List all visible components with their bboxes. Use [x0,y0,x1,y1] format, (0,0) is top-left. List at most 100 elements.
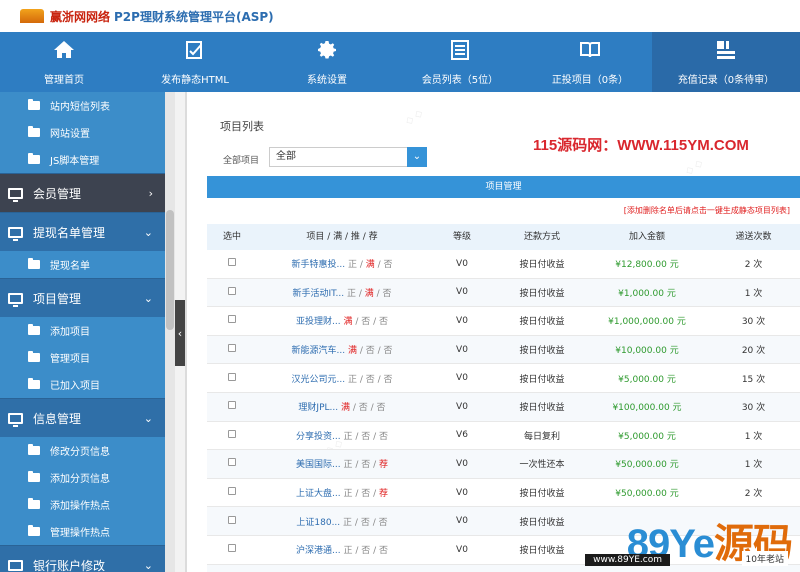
project-name-link[interactable]: 汉光公司元... [291,375,345,385]
flag-1[interactable]: 正 [343,518,352,528]
flag-separator: / [367,403,377,414]
flag-separator: / [356,260,366,271]
method-cell: 按日付收益 [519,489,565,500]
flag-2[interactable]: 否 [366,346,375,356]
project-name-link[interactable]: 美国国际... [296,460,341,470]
flag-2[interactable]: 否 [359,403,368,413]
flag-2[interactable]: 满 [366,260,375,270]
row-checkbox[interactable] [228,372,236,381]
count-cell: 1 次 [744,431,763,442]
flag-3[interactable]: 否 [379,432,388,442]
flag-2[interactable]: 否 [361,518,370,528]
flag-separator: / [370,317,379,328]
nav-item-label: 系统设置 [307,75,347,86]
sidebar-subitem[interactable]: 管理项目 [0,344,165,371]
table-row: 美国国际... 正 / 否 / 荐 V0 一次性还本 ¥50,000.00 元 1 次 [207,450,800,479]
level-cell: V0 [456,373,468,384]
flag-3[interactable]: 否 [384,346,393,356]
sidebar-group-2[interactable]: 项目管理 ⌄ [0,278,165,317]
flag-2[interactable]: 否 [361,432,370,442]
row-checkbox[interactable] [228,401,236,410]
sidebar-subitem[interactable]: 添加项目 [0,317,165,344]
column-header: 等级 [452,232,471,242]
flag-3[interactable]: 否 [379,518,388,528]
nav-item-4[interactable]: 正投项目（0条） [528,32,652,92]
flag-1[interactable]: 正 [348,375,357,385]
nav-item-1[interactable]: 发布静态HTML [128,32,262,92]
flag-separator: / [370,460,379,471]
project-name-link[interactable]: 沪深港通... [296,546,341,556]
row-checkbox[interactable] [228,544,236,553]
flag-3[interactable]: 否 [377,403,386,413]
project-name-link[interactable]: 分享投资... [296,432,341,442]
sidebar-subitem[interactable]: 已加入项目 [0,371,165,398]
flag-3[interactable]: 否 [384,260,393,270]
project-name-link[interactable]: 新手活动IT... [292,289,344,299]
flag-2[interactable]: 否 [361,317,370,327]
table-row: 新手活动IT... 正 / 满 / 否 V0 按日付收益 ¥1,000.00 元 1 次 [207,278,800,308]
sidebar-group-3[interactable]: 信息管理 ⌄ [0,398,165,437]
column-header: 选中 [222,232,241,242]
row-checkbox[interactable] [228,344,236,353]
flag-2[interactable]: 否 [361,546,370,556]
filter-select[interactable]: 全部 ⌄ [269,147,427,167]
sidebar-subitem[interactable]: 站内短信列表 [0,92,165,119]
row-checkbox[interactable] [228,286,236,295]
collapse-sidebar-button[interactable]: ‹ [175,300,185,366]
nav-item-5[interactable]: 充值记录（0条待审） [652,32,800,92]
flag-1[interactable]: 正 [347,289,356,299]
method-cell: 按日付收益 [519,317,565,328]
project-name-cell: 新手活动IT... 正 / 满 / 否 [257,286,427,299]
row-checkbox[interactable] [228,258,236,267]
nav-item-2[interactable]: 系统设置 [262,32,392,92]
project-name-link[interactable]: 亚投理财... [296,317,341,327]
flag-3[interactable]: 荐 [379,460,388,470]
flag-2[interactable]: 否 [361,489,370,499]
sidebar-group-0[interactable]: 会员管理 › [0,173,165,212]
flag-3[interactable]: 否 [384,375,393,385]
nav-item-3[interactable]: 会员列表（5位） [392,32,528,92]
amount-cell: ¥50,000.00 元 [615,460,679,471]
sidebar-subitem[interactable]: 添加分页信息 [0,464,165,491]
row-checkbox[interactable] [228,487,236,496]
project-name-link[interactable]: 上证180... [296,518,340,528]
sidebar-subitem[interactable]: 网站设置 [0,119,165,146]
sidebar-subitem[interactable]: JS脚本管理 [0,146,165,173]
project-name-link[interactable]: 新能源汽车... [291,346,345,356]
sidebar-subitem[interactable]: 添加操作热点 [0,491,165,518]
flag-2[interactable]: 否 [366,375,375,385]
sidebar-subitem[interactable]: 管理操作热点 [0,518,165,545]
sidebar-subitem[interactable]: 提现名单 [0,251,165,278]
nav-item-0[interactable]: 管理首页 [0,32,128,92]
flag-3[interactable]: 荐 [379,489,388,499]
flag-3[interactable]: 否 [383,289,392,299]
sidebar-group-4[interactable]: 银行账户修改 ⌄ [0,545,165,572]
flag-3[interactable]: 否 [379,546,388,556]
flag-1[interactable]: 满 [341,403,350,413]
home-icon [52,38,76,71]
flag-2[interactable]: 否 [361,460,370,470]
watermark-stamp: ◇ ◇ [683,157,706,178]
sidebar-group-1[interactable]: 提现名单管理 ⌄ [0,212,165,251]
row-checkbox[interactable] [228,515,236,524]
flag-1[interactable]: 满 [348,346,357,356]
project-name-link[interactable]: 理财JPL... [298,403,338,413]
column-header: 项目 / 满 / 推 / 荐 [306,232,378,242]
column-header: 加入金额 [628,232,665,242]
level-cell: V0 [456,458,468,469]
sidebar-subitem[interactable]: 修改分页信息 [0,437,165,464]
page-title: 项目列表 [220,120,264,133]
row-checkbox[interactable] [228,315,236,324]
sidebar-scrollbar-thumb[interactable] [166,210,174,330]
flag-1[interactable]: 正 [348,260,357,270]
row-checkbox[interactable] [228,429,236,438]
project-name-link[interactable]: 上证大盘... [296,489,341,499]
row-checkbox[interactable] [228,458,236,467]
sidebar-scrollbar[interactable] [165,92,175,572]
flag-3[interactable]: 否 [379,317,388,327]
chevron-down-icon[interactable]: ⌄ [407,147,427,167]
content-strip [185,92,205,572]
project-name-cell: 亚投理财... 满 / 否 / 否 [257,314,427,327]
project-name-link[interactable]: 新手特惠投... [291,260,345,270]
flag-2[interactable]: 满 [365,289,374,299]
